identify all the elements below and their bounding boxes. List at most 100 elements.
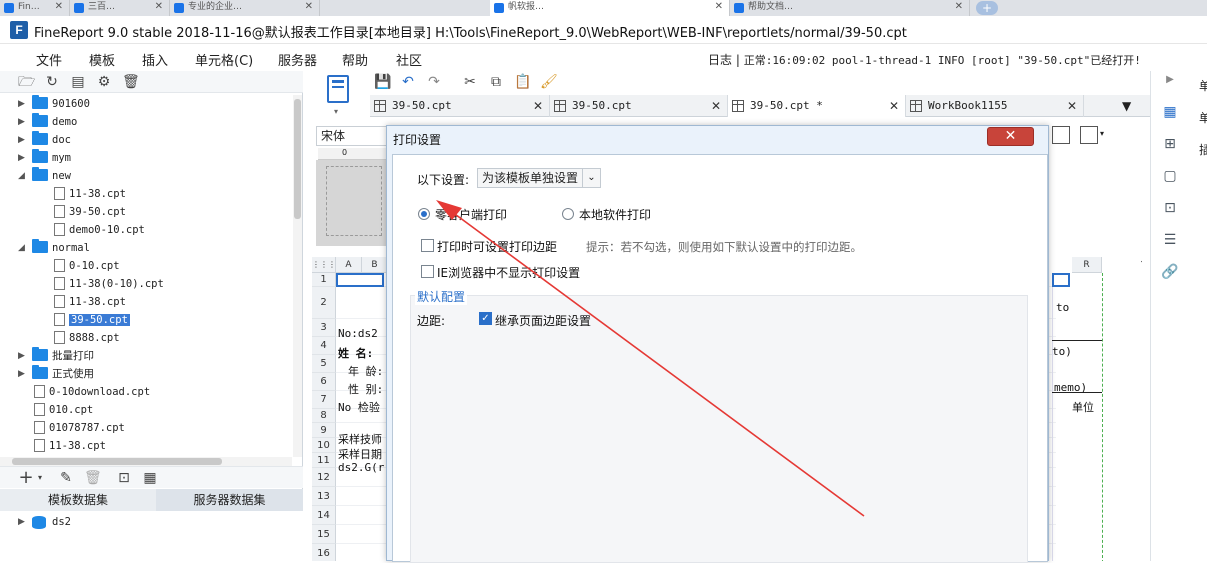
row-header[interactable]: 13 (312, 487, 336, 506)
row-header[interactable]: 7 (312, 391, 336, 409)
chevron-down-icon[interactable]: ◢ (18, 239, 28, 257)
tree-file[interactable]: 39-50.cpt (52, 203, 126, 221)
tree-file[interactable]: 0-10download.cpt (32, 383, 150, 401)
right-panel-label[interactable]: 单 (1199, 77, 1207, 94)
row-header[interactable]: 5 (312, 355, 336, 373)
row-header[interactable]: 16 (312, 544, 336, 561)
new-report-button[interactable]: ▾ (324, 73, 354, 117)
close-icon[interactable]: ✕ (533, 95, 543, 117)
browser-tab[interactable]: Fin… ✕ (0, 0, 70, 16)
tree-vertical-scrollbar[interactable] (293, 95, 302, 457)
tree-folder[interactable]: ◢ normal (18, 239, 90, 257)
grid-corner[interactable]: ⋮⋮⋮ (312, 257, 336, 273)
copy-icon[interactable]: ⧉ (488, 74, 504, 90)
grid-cell[interactable]: No 检验 (338, 399, 380, 415)
border-style-icon[interactable] (1080, 126, 1098, 144)
browser-tab[interactable]: 帮助文档… ✕ (730, 0, 970, 16)
right-panel-label[interactable]: 单 (1199, 109, 1207, 126)
font-family-select[interactable]: 宋体 (316, 126, 390, 146)
tab-template-datasets[interactable]: 模板数据集 (0, 489, 156, 511)
chevron-down-icon[interactable]: ▾ (334, 107, 338, 116)
expand-arrow-icon[interactable]: ▶ (18, 95, 28, 113)
grid-cell[interactable]: No:ds2 (338, 327, 378, 340)
grid-cell[interactable]: 单位 (1072, 399, 1094, 415)
chevron-down-icon[interactable]: ⌄ (582, 169, 600, 187)
menu-community[interactable]: 社区 (396, 50, 422, 69)
tree-folder[interactable]: ▶ 正式使用 (18, 365, 94, 383)
expand-arrow-icon[interactable]: ▶ (18, 513, 28, 531)
column-header-a[interactable]: A (336, 257, 362, 273)
scrollbar-thumb[interactable] (12, 458, 222, 465)
undo-icon[interactable]: ↶ (400, 74, 416, 90)
ie-hide-checkbox[interactable] (421, 265, 434, 278)
log-label[interactable]: 日志 (708, 53, 732, 67)
dataset-info-icon[interactable]: ▦ (142, 470, 158, 486)
tree-file[interactable]: 01078787.cpt (32, 419, 125, 437)
float-element-icon[interactable]: ▢ (1161, 167, 1179, 185)
settings-icon[interactable]: ⚙ (96, 74, 112, 90)
file-tab[interactable]: 39-50.cpt ✕ (550, 95, 728, 117)
row-header[interactable]: 10 (312, 438, 336, 453)
file-tab[interactable]: WorkBook1155 ✕ (906, 95, 1084, 117)
margin-setting-checkbox[interactable] (421, 239, 434, 252)
right-panel-label[interactable]: 插 (1199, 141, 1207, 158)
chevron-down-icon[interactable]: ◢ (18, 167, 28, 185)
delete-icon[interactable]: 🗑 (122, 74, 140, 90)
column-header-b[interactable]: B (362, 257, 388, 273)
menu-file[interactable]: 文件 (36, 50, 62, 69)
menu-server[interactable]: 服务器 (278, 50, 317, 69)
file-tab[interactable]: 39-50.cpt * ✕ (728, 95, 906, 117)
hyperlink-icon[interactable]: 🔗 (1161, 263, 1179, 281)
browser-tab[interactable]: 专业的企业… ✕ (170, 0, 320, 16)
tree-file[interactable]: 010.cpt (32, 401, 93, 419)
expand-arrow-icon[interactable]: ▶ (18, 113, 28, 131)
margin-setting-label[interactable]: 打印时可设置打印边距 (437, 238, 557, 255)
expand-arrow-icon[interactable]: ▶ (18, 149, 28, 167)
grid-cell[interactable]: 性 别: (348, 381, 383, 397)
row-header[interactable]: 15 (312, 525, 336, 544)
redo-icon[interactable]: ↷ (426, 74, 442, 90)
refresh-icon[interactable]: ↻ (44, 74, 60, 90)
expand-arrow-icon[interactable]: ▶ (18, 347, 28, 365)
row-header[interactable]: 11 (312, 453, 336, 468)
zero-client-radio[interactable] (418, 208, 430, 220)
tab-list-icon[interactable]: ▼ (1122, 99, 1131, 113)
browser-tab-active[interactable]: 帆软报… ✕ (490, 0, 730, 16)
chevron-down-icon[interactable]: ▾ (1100, 129, 1104, 138)
grid-cell[interactable]: 年 龄: (348, 363, 383, 379)
tree-folder[interactable]: ▶ demo (18, 113, 77, 131)
paste-icon[interactable]: 📋 (514, 74, 531, 90)
scrollbar-thumb[interactable] (294, 99, 301, 219)
row-header[interactable]: 6 (312, 373, 336, 391)
menu-template[interactable]: 模板 (89, 50, 115, 69)
tree-file[interactable]: 39-50.cpt (52, 311, 130, 329)
cell-attributes-icon[interactable]: ▦ (1161, 103, 1179, 121)
row-header[interactable]: 1 (312, 273, 336, 287)
close-icon[interactable]: ✕ (305, 0, 313, 14)
row-header[interactable]: 8 (312, 409, 336, 423)
column-header-r[interactable]: R (1072, 257, 1102, 273)
grid-cell[interactable]: memo) (1054, 381, 1087, 394)
preview-icon[interactable]: ⊡ (116, 470, 132, 486)
close-icon[interactable]: ✕ (711, 95, 721, 117)
condition-icon[interactable]: ☰ (1161, 231, 1179, 249)
grid-cell[interactable]: 采样技师 (338, 431, 382, 447)
collapse-icon[interactable]: ⌃ (1139, 259, 1142, 270)
close-icon[interactable]: ✕ (155, 0, 163, 14)
edit-icon[interactable]: ✎ (58, 470, 74, 486)
close-icon[interactable]: ✕ (889, 95, 899, 117)
collapse-arrow-icon[interactable]: ▶ (1161, 71, 1179, 89)
save-icon[interactable]: 💾 (374, 74, 391, 90)
local-print-label[interactable]: 本地软件打印 (579, 206, 651, 223)
format-painter-icon[interactable]: 🖌 (540, 74, 558, 90)
tree-folder[interactable]: ▶ 批量打印 (18, 347, 94, 365)
dataset-item[interactable]: ▶ ds2 (18, 513, 71, 531)
tree-horizontal-scrollbar[interactable] (0, 457, 292, 466)
inherit-margin-checkbox[interactable]: ✓ (479, 312, 492, 325)
browser-tab[interactable]: 三百… ✕ (70, 0, 170, 16)
close-icon[interactable]: ✕ (1067, 95, 1077, 117)
selected-cell[interactable] (336, 273, 384, 287)
tree-file[interactable]: demo0-10.cpt (52, 221, 145, 239)
tree-file[interactable]: 11-38.cpt (52, 185, 126, 203)
tree-file[interactable]: 11-38.cpt (32, 437, 106, 455)
